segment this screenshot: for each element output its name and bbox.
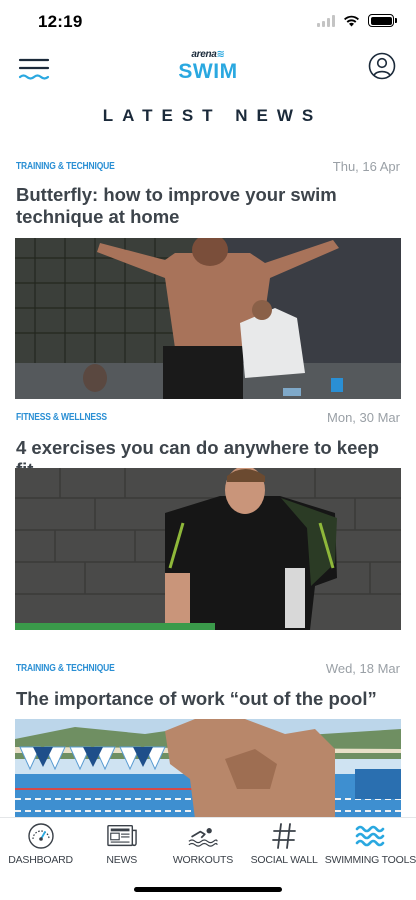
article-date: Wed, 18 Mar (325, 660, 400, 676)
tab-dashboard[interactable]: DASHBOARD (0, 818, 81, 872)
news-card-meta: TRAINING & TECHNIQUE Thu, 16 Apr (0, 156, 416, 176)
tab-workouts[interactable]: WORKOUTS (162, 818, 243, 872)
status-time: 12:19 (38, 12, 83, 31)
tab-label: SOCIAL WALL (250, 854, 318, 866)
battery-icon (368, 14, 397, 27)
article-title[interactable]: Butterfly: how to improve your swim tech… (0, 184, 416, 228)
tab-label: WORKOUTS (172, 854, 234, 866)
category-tag[interactable]: FITNESS & WELLNESS (16, 412, 107, 423)
user-circle-icon (368, 52, 396, 80)
home-indicator[interactable] (134, 887, 282, 892)
status-bar: 12:19 (0, 0, 416, 44)
news-feed[interactable]: TRAINING & TECHNIQUE Thu, 16 Apr Butterf… (0, 152, 416, 817)
logo-arena-text: arena (191, 49, 217, 60)
menu-button[interactable] (18, 52, 50, 84)
category-tag[interactable]: TRAINING & TECHNIQUE (16, 663, 115, 674)
hamburger-wave-icon (18, 58, 50, 80)
app-logo: arena≋ SWIM (178, 49, 238, 83)
article-image[interactable] (15, 468, 401, 630)
news-card-meta: TRAINING & TECHNIQUE Wed, 18 Mar (0, 658, 416, 678)
tab-label: DASHBOARD (8, 854, 73, 866)
speedometer-icon (27, 823, 54, 849)
app-header: arena≋ SWIM (0, 44, 416, 94)
tab-swimming-tools[interactable]: SWIMMING TOOLS (325, 818, 416, 872)
logo-swim-text: SWIM (178, 60, 238, 83)
tab-news[interactable]: NEWS (81, 818, 162, 872)
news-card-meta: FITNESS & WELLNESS Mon, 30 Mar (0, 407, 416, 427)
article-date: Thu, 16 Apr (332, 158, 400, 174)
profile-button[interactable] (368, 52, 396, 80)
logo-waves-icon: ≋ (216, 49, 225, 60)
hashtag-icon (272, 823, 296, 849)
article-image[interactable] (15, 719, 401, 817)
waves-icon (356, 825, 385, 847)
swimmer-icon (188, 828, 218, 847)
tab-label: SWIMMING TOOLS (324, 854, 416, 866)
category-tag[interactable]: TRAINING & TECHNIQUE (16, 161, 115, 172)
newspaper-icon (106, 824, 137, 847)
wifi-icon (344, 15, 359, 26)
tab-social-wall[interactable]: SOCIAL WALL (244, 818, 325, 872)
signal-icon (317, 14, 335, 27)
bottom-tab-bar: DASHBOARD NEWS WORKOUTS SOCIAL WALL SWIM… (0, 817, 416, 900)
article-title[interactable]: The importance of work “out of the pool” (0, 688, 416, 710)
tab-label: NEWS (106, 854, 138, 866)
news-card[interactable]: TRAINING & TECHNIQUE Wed, 18 Mar The imp… (0, 658, 416, 710)
article-image[interactable] (15, 238, 401, 399)
news-card[interactable]: TRAINING & TECHNIQUE Thu, 16 Apr Butterf… (0, 156, 416, 228)
article-date: Mon, 30 Mar (327, 409, 400, 425)
status-icons (317, 14, 397, 27)
page-title: LATEST NEWS (102, 106, 323, 125)
